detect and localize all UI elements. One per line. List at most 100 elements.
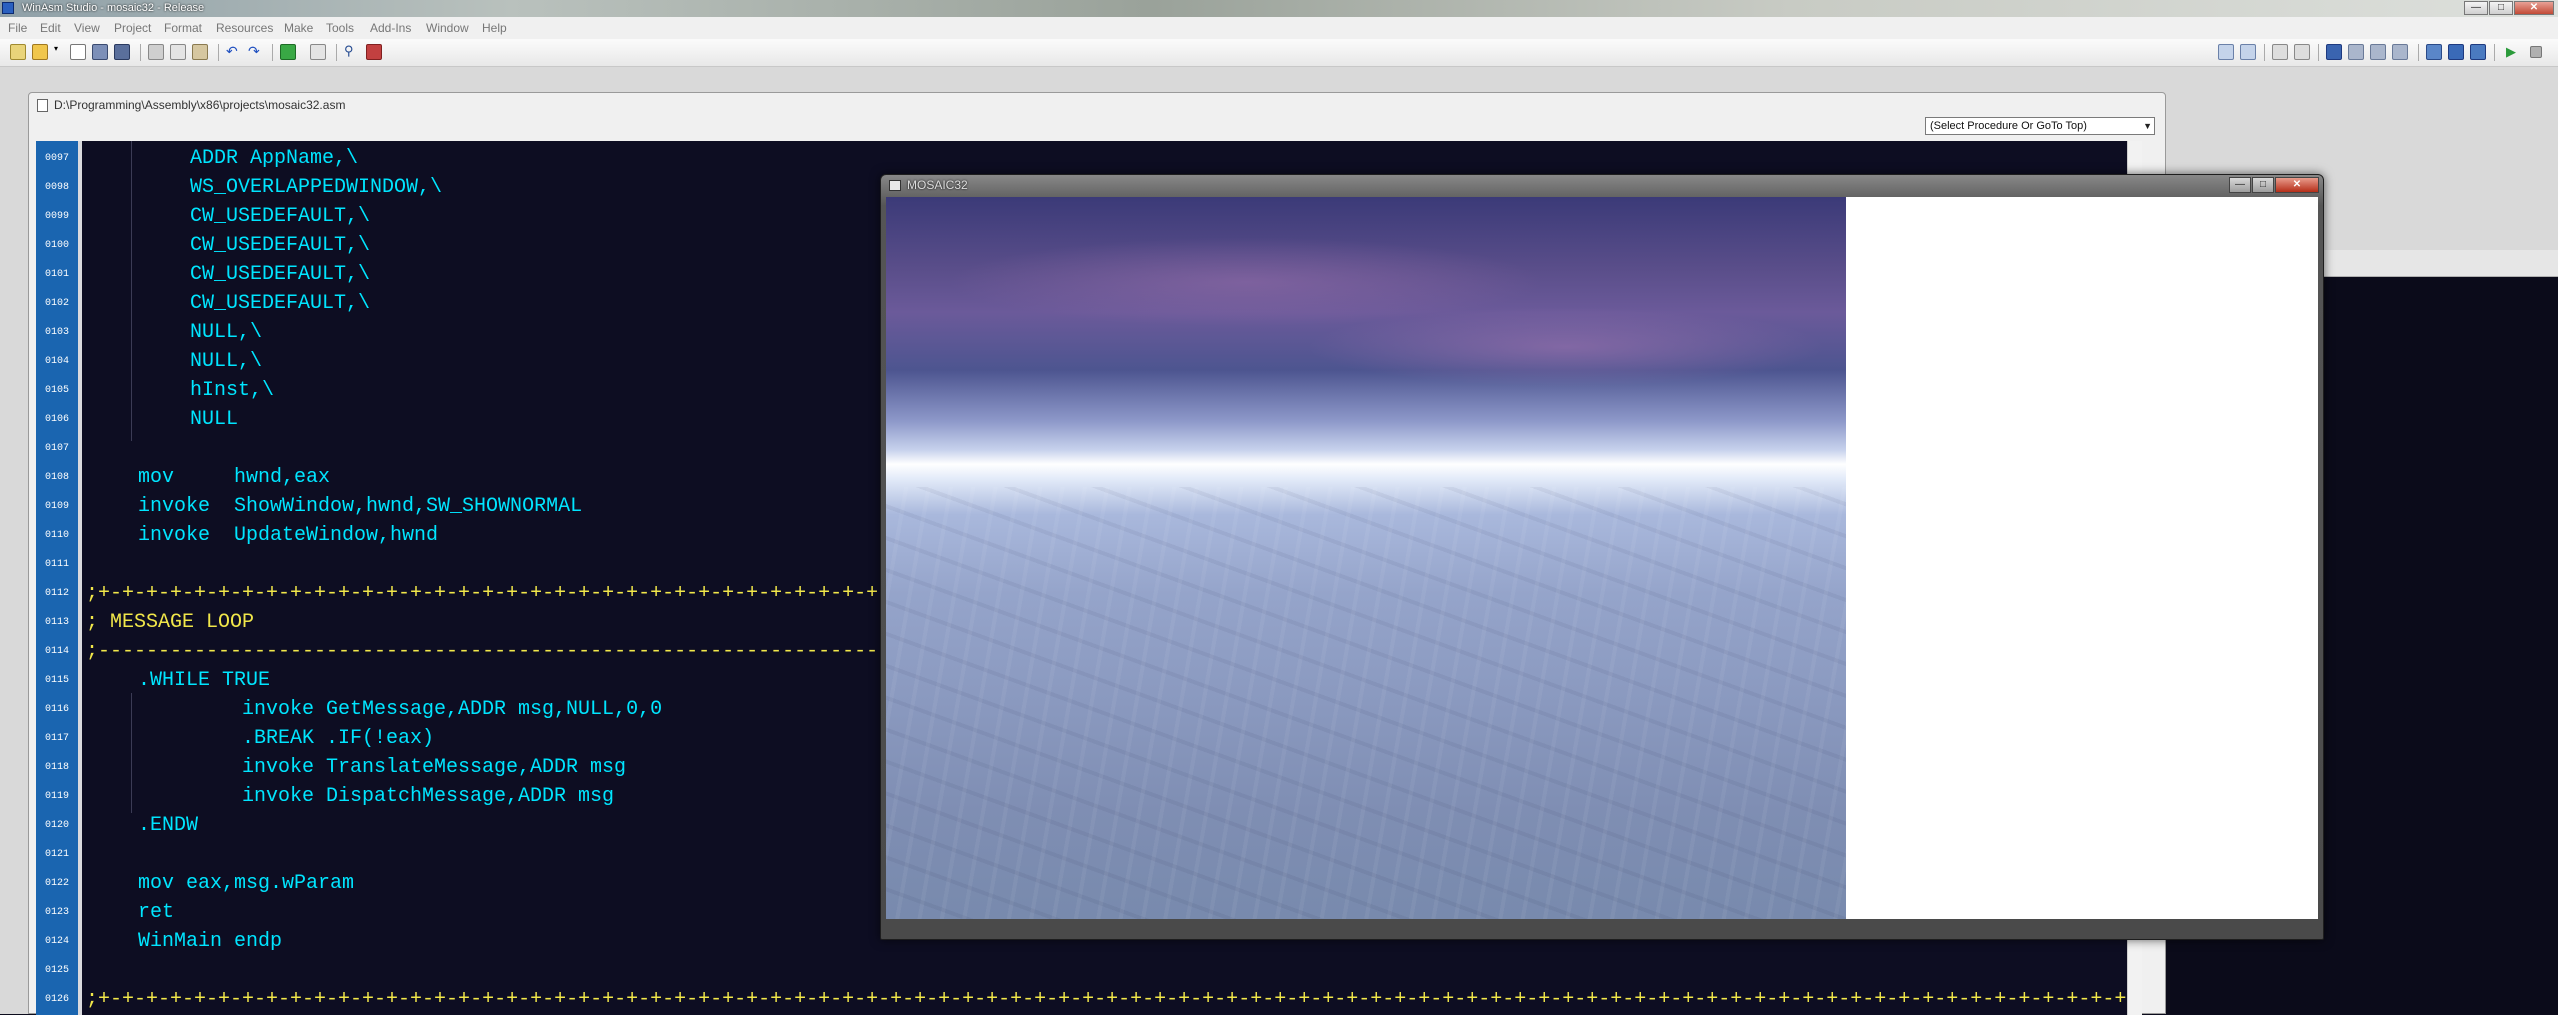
outer-window-controls: — □ ✕ [2464, 1, 2554, 15]
editor-title-bar[interactable]: D:\Programming\Assembly\x86\projects\mos… [37, 97, 345, 113]
code-line: mov eax,msg.wParam [138, 872, 355, 895]
line-number: 0108 [44, 472, 69, 483]
app-title-bar[interactable]: MOSAIC32 [889, 178, 968, 192]
build-icon[interactable] [2470, 44, 2486, 60]
menu-edit[interactable]: Edit [40, 21, 61, 35]
line-number: 0125 [44, 965, 69, 976]
menu-make[interactable]: Make [284, 21, 313, 35]
toolbar-separator [2494, 44, 2495, 61]
dropdown-arrow-icon[interactable]: ▾ [54, 44, 62, 60]
maximize-button[interactable]: □ [2489, 1, 2513, 15]
menu-addins[interactable]: Add-Ins [370, 21, 411, 35]
menu-help[interactable]: Help [482, 21, 507, 35]
line-number: 0112 [44, 588, 69, 599]
line-number: 0097 [44, 153, 69, 164]
new-file-icon[interactable] [70, 44, 86, 60]
save-icon[interactable] [92, 44, 108, 60]
indent-guide [131, 141, 132, 441]
toolbar-separator [218, 44, 219, 61]
outer-title-bar[interactable]: WinAsm Studio - mosaic32 - Release — □ ✕ [0, 0, 2558, 17]
menu-window[interactable]: Window [426, 21, 469, 35]
code-line: CW_USEDEFAULT,\ [190, 292, 371, 315]
line-number: 0117 [44, 733, 69, 744]
app-client-area[interactable] [886, 197, 2318, 919]
line-number: 0116 [44, 704, 69, 715]
menu-file[interactable]: File [8, 21, 27, 35]
app-title: MOSAIC32 [907, 178, 968, 192]
line-number: 0099 [44, 211, 69, 222]
paste-icon[interactable] [192, 44, 208, 60]
mosaic32-window[interactable]: MOSAIC32 — □ ✕ [880, 174, 2324, 940]
toggle-bookmark-icon[interactable] [2326, 44, 2342, 60]
code-line: CW_USEDEFAULT,\ [190, 205, 371, 228]
app-maximize-button[interactable]: □ [2252, 177, 2274, 193]
cloud [1306, 307, 1826, 387]
file-path: D:\Programming\Assembly\x86\projects\mos… [54, 98, 346, 112]
outer-title: WinAsm Studio - mosaic32 - Release [22, 2, 205, 14]
outdent-icon[interactable] [2240, 44, 2256, 60]
run-icon[interactable]: ▶ [2506, 44, 2522, 60]
line-number: 0111 [44, 559, 69, 570]
line-number: 0126 [44, 994, 69, 1005]
clear-bookmarks-icon[interactable] [2392, 44, 2408, 60]
gutter-divider [78, 141, 82, 1015]
open-folder-icon[interactable] [32, 44, 48, 60]
new-project-icon[interactable] [10, 44, 26, 60]
menu-format[interactable]: Format [164, 21, 202, 35]
toolbar-separator [336, 44, 337, 61]
indent-icon[interactable] [2218, 44, 2234, 60]
app-close-button[interactable]: ✕ [2275, 177, 2319, 193]
save-all-icon[interactable] [114, 44, 130, 60]
code-line: mov hwnd,eax [138, 466, 331, 489]
code-line: invoke UpdateWindow,hwnd [138, 524, 439, 547]
stop-icon[interactable] [2530, 46, 2542, 58]
menu-project[interactable]: Project [114, 21, 151, 35]
line-number: 0122 [44, 878, 69, 889]
next-bookmark-icon[interactable] [2348, 44, 2364, 60]
code-line: CW_USEDEFAULT,\ [190, 234, 371, 257]
find-icon[interactable]: ⚲ [344, 44, 360, 60]
redo-icon[interactable]: ↷ [248, 44, 264, 60]
previous-bookmark-icon[interactable] [2370, 44, 2386, 60]
comment-block-icon[interactable] [2272, 44, 2288, 60]
line-number: 0124 [44, 936, 69, 947]
procedure-select-value: (Select Procedure Or GoTo Top) [1930, 120, 2087, 132]
line-number: 0109 [44, 501, 69, 512]
uncomment-block-icon[interactable] [2294, 44, 2310, 60]
line-number: 0103 [44, 327, 69, 338]
code-line: ret [138, 901, 175, 924]
code-line: invoke TranslateMessage,ADDR msg [242, 756, 627, 779]
bookmark-icon[interactable] [310, 44, 326, 60]
go-icon[interactable] [280, 44, 296, 60]
code-line: invoke DispatchMessage,ADDR msg [242, 785, 615, 808]
line-number: 0113 [44, 617, 69, 628]
code-line: .ENDW [138, 814, 199, 837]
line-number: 0104 [44, 356, 69, 367]
code-line: NULL,\ [190, 350, 263, 373]
close-button[interactable]: ✕ [2514, 1, 2554, 15]
cut-icon[interactable] [148, 44, 164, 60]
line-number: 0114 [44, 646, 69, 657]
toolbar-separator [272, 44, 273, 61]
line-number: 0107 [44, 443, 69, 454]
app-minimize-button[interactable]: — [2229, 177, 2251, 193]
code-line: NULL [190, 408, 239, 431]
indent-guide [131, 693, 132, 813]
procedure-select[interactable]: (Select Procedure Or GoTo Top) ▼ [1925, 117, 2155, 135]
code-line: WinMain endp [138, 930, 283, 953]
assemble-icon[interactable] [2426, 44, 2442, 60]
code-line: .WHILE TRUE [138, 669, 271, 692]
replace-icon[interactable] [366, 44, 382, 60]
copy-icon[interactable] [170, 44, 186, 60]
minimize-button[interactable]: — [2464, 1, 2488, 15]
code-line: ;+-+-+-+-+-+-+-+-+-+-+-+-+-+-+-+-+-+-+-+… [86, 988, 2142, 1011]
menu-tools[interactable]: Tools [326, 21, 354, 35]
code-line: ; MESSAGE LOOP [86, 611, 255, 634]
undo-icon[interactable]: ↶ [226, 44, 242, 60]
line-number: 0115 [44, 675, 69, 686]
line-number: 0102 [44, 298, 69, 309]
link-icon[interactable] [2448, 44, 2464, 60]
menu-resources[interactable]: Resources [216, 21, 273, 35]
menu-view[interactable]: View [74, 21, 100, 35]
line-number: 0110 [44, 530, 69, 541]
